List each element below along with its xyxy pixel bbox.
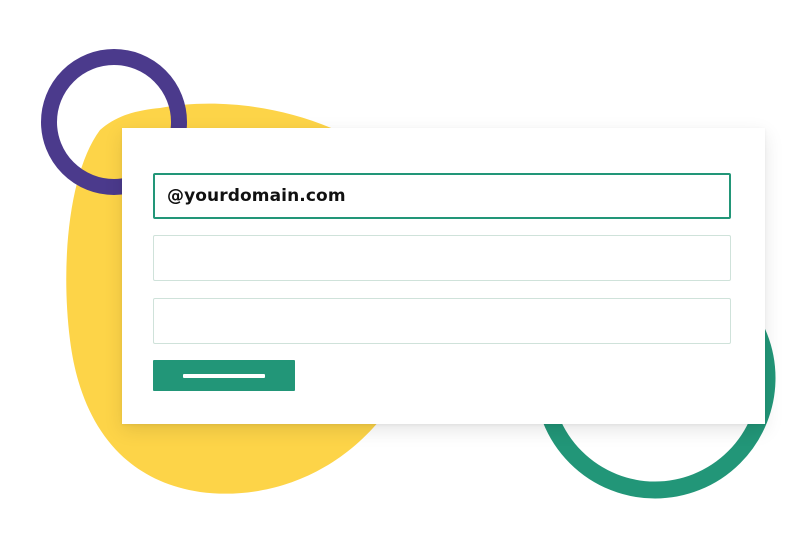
submit-button[interactable] xyxy=(153,360,295,391)
email-field-value: @yourdomain.com xyxy=(167,186,346,206)
label-placeholder-bar-icon xyxy=(183,373,265,378)
illustration-stage: @yourdomain.com xyxy=(0,0,805,538)
text-field-2[interactable] xyxy=(153,235,731,281)
signup-form-card: @yourdomain.com xyxy=(122,128,765,424)
email-field[interactable]: @yourdomain.com xyxy=(153,173,731,219)
text-field-3[interactable] xyxy=(153,298,731,344)
